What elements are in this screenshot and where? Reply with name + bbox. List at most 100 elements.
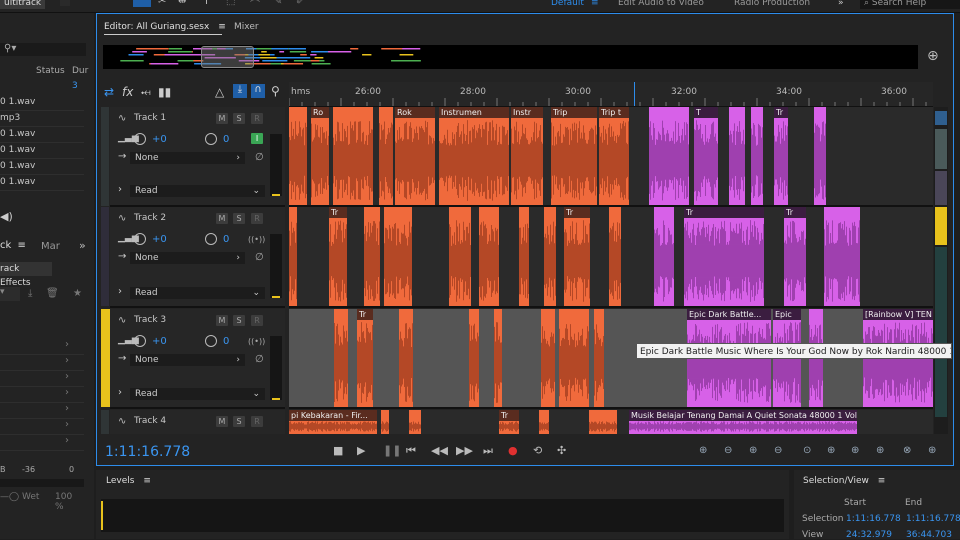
mixer-tab[interactable]: Mixer (234, 20, 259, 34)
toggle-sync-icon[interactable]: ⇄ (104, 85, 114, 99)
levels-title[interactable]: Levels ≡ (106, 476, 151, 486)
mute-button[interactable]: M (216, 416, 228, 427)
input-monitor-button[interactable]: I (251, 133, 263, 144)
stop-icon[interactable]: ■ (333, 444, 343, 457)
input-dropdown[interactable]: None › (130, 252, 245, 264)
effect-slot[interactable]: › (0, 419, 84, 435)
overview-view-range[interactable] (201, 46, 254, 68)
audio-clip[interactable] (589, 410, 617, 434)
phase-invert-icon[interactable]: ∅ (255, 354, 264, 365)
file-row[interactable]: 0 1.wav (0, 175, 84, 191)
go-to-start-icon[interactable]: ⏮ (406, 444, 416, 458)
track-lane-3[interactable]: Tr Epic Dark Battle... Epic [Rainbow V] TEN… (289, 309, 933, 409)
audio-clip-purple[interactable]: Tr (684, 207, 764, 306)
expand-chevron-icon[interactable]: › (118, 387, 122, 398)
track-lane-2[interactable]: Tr Tr Tr Tr (289, 207, 933, 308)
zoom-in-selection-icon[interactable]: ⊕ (851, 445, 859, 456)
workspace-edit-audio-video[interactable]: Edit Audio to Video (618, 0, 704, 9)
track-name[interactable]: Track 4 (134, 416, 166, 426)
file-row[interactable]: 0 1.wav (0, 127, 84, 143)
star-icon[interactable]: ★ (73, 288, 82, 299)
audio-clip-purple[interactable]: Tr (784, 207, 806, 306)
mute-button[interactable]: M (216, 213, 228, 224)
audio-clip[interactable] (609, 207, 621, 306)
skip-selection-icon[interactable]: ✣ (557, 444, 566, 457)
workspace-overflow[interactable]: » (838, 0, 844, 9)
playhead-marker[interactable] (634, 82, 635, 106)
column-duration[interactable]: Dur (72, 66, 88, 76)
effect-slot[interactable]: › (0, 435, 84, 451)
audio-clip-purple[interactable] (751, 107, 763, 205)
track-header-4[interactable]: ∿ Track 4 M S R (110, 410, 285, 434)
pan-value[interactable]: 0 (223, 336, 229, 347)
audio-clip[interactable] (334, 309, 348, 407)
solo-button[interactable]: S (233, 113, 245, 124)
eq-icon[interactable]: ▮▮ (158, 85, 171, 99)
selection-view-title[interactable]: Selection/View ≡ (803, 476, 885, 486)
audio-clip[interactable] (289, 107, 307, 205)
volume-value[interactable]: +0 (152, 234, 167, 245)
record-button[interactable]: R (251, 315, 263, 326)
panel-overflow[interactable]: » (79, 239, 86, 252)
audio-clip[interactable]: Tr (357, 309, 373, 407)
vertical-track-scroll[interactable] (934, 107, 948, 434)
razor-tool-icon[interactable]: ✂ (158, 0, 166, 7)
rewind-icon[interactable]: ◀◀ (431, 444, 448, 457)
solo-button[interactable]: S (233, 213, 245, 224)
volume-knob[interactable] (134, 233, 146, 245)
track-name[interactable]: Track 1 (134, 113, 166, 123)
input-dropdown[interactable]: None › (130, 354, 245, 366)
audio-clip-purple[interactable] (649, 107, 689, 205)
audio-clip[interactable] (333, 107, 373, 205)
audio-clip[interactable] (379, 107, 393, 205)
solo-button[interactable]: S (233, 315, 245, 326)
effect-slot[interactable]: › (0, 403, 84, 419)
audio-clip[interactable] (544, 207, 556, 306)
track-name[interactable]: Track 3 (134, 315, 166, 325)
track-header-1[interactable]: ∿ Track 1 M S R I ▁▃▅ +0 0 → None › ∅ › … (110, 107, 285, 207)
panel-menu-icon[interactable]: ≡ (218, 22, 226, 32)
audio-clip-purple[interactable]: Musik Belajar Tenang Damai A Quiet Sonat… (629, 410, 857, 434)
lasso-icon[interactable]: ⌒ (250, 0, 260, 11)
solo-button[interactable]: S (233, 416, 245, 427)
effect-slot[interactable]: › (0, 339, 84, 355)
zoom-to-selection-icon[interactable]: ⊕ (876, 445, 884, 456)
volume-knob[interactable] (134, 133, 146, 145)
pan-value[interactable]: 0 (223, 234, 229, 245)
selection-end-value[interactable]: 1:11:16.778 (906, 514, 960, 524)
audio-clip-purple[interactable] (824, 207, 860, 306)
file-row[interactable]: 0 1.wav (0, 159, 84, 175)
audio-clip[interactable] (409, 410, 421, 434)
audio-clip[interactable] (494, 309, 502, 407)
current-time-display[interactable]: 1:11:16.778 (105, 444, 190, 460)
audio-clip-purple[interactable] (729, 107, 745, 205)
audio-clip[interactable]: Ro (311, 107, 329, 205)
automation-mode-dropdown[interactable]: Read ⌄ (130, 185, 265, 197)
audio-clip-purple[interactable] (814, 107, 826, 205)
volume-value[interactable]: +0 (152, 134, 167, 145)
audio-clip[interactable]: Trip (551, 107, 597, 205)
zoom-settings-icon[interactable]: ⊕ (927, 48, 939, 64)
zoom-out-time-icon[interactable]: ⊖ (774, 445, 782, 456)
record-button[interactable]: R (251, 113, 263, 124)
marker-pin-icon[interactable]: ⚲ (271, 84, 280, 98)
monitor-icon[interactable]: ((•)) (248, 235, 265, 244)
volume-value[interactable]: +0 (152, 336, 167, 347)
phase-invert-icon[interactable]: ∅ (255, 252, 264, 263)
effect-slot[interactable]: › (0, 387, 84, 403)
volume-knob[interactable] (134, 335, 146, 347)
timeline-ruler[interactable]: hms 26:00 28:00 30:00 32:00 34:00 36:00 (289, 82, 933, 107)
audio-clip[interactable]: Tr (329, 207, 347, 306)
zoom-tracks-icon[interactable]: ⊕ (928, 445, 936, 456)
brush-icon[interactable]: ✎ (274, 0, 282, 7)
fx-icon[interactable]: fx (122, 85, 133, 99)
sends-icon[interactable]: ⤟ (141, 85, 151, 100)
record-button[interactable]: R (251, 213, 263, 224)
expand-chevron-icon[interactable]: › (118, 286, 122, 297)
loop-playback-icon[interactable]: ⟲ (533, 444, 542, 457)
input-dropdown[interactable]: None › (130, 152, 245, 164)
workspace-menu-icon[interactable]: ≡ (591, 0, 599, 9)
track-header-2[interactable]: ∿ Track 2 M S R ((•)) ▁▃▅ +0 0 → None › … (110, 207, 285, 308)
audio-clip[interactable] (541, 309, 555, 407)
preset-dropdown[interactable]: ▾ (0, 287, 20, 301)
